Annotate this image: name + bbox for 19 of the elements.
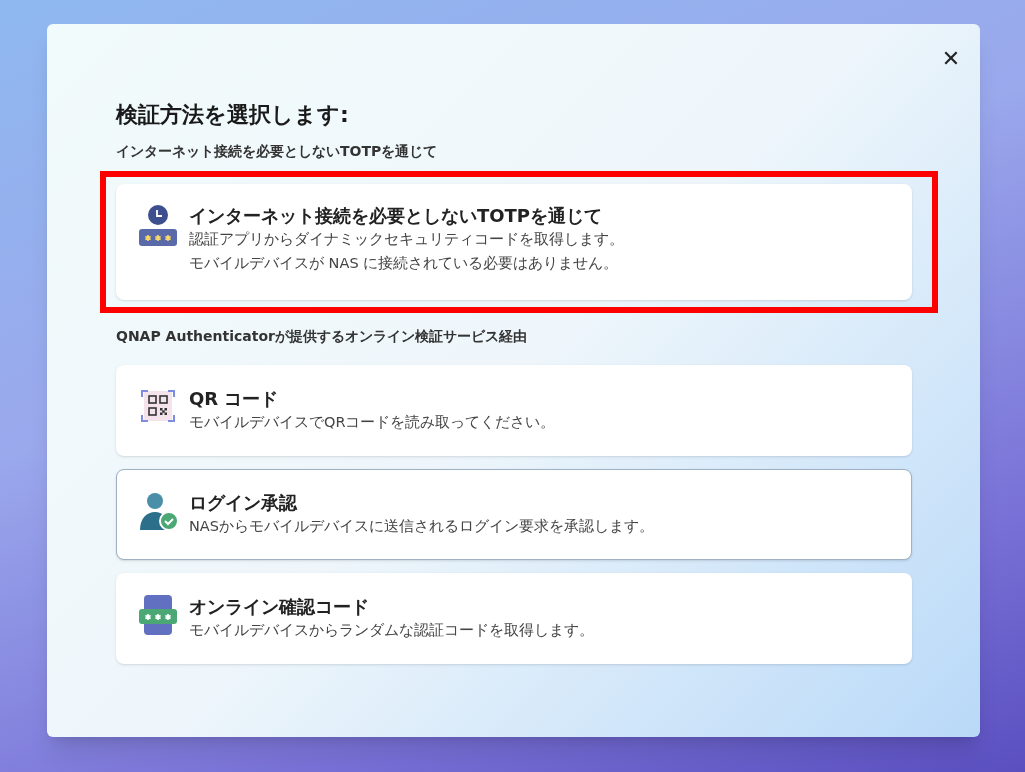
option-description: 認証アプリからダイナミックセキュリティコードを取得します。 (189, 230, 624, 249)
option-card[interactable]: QR コード モバイルデバイスでQRコードを読み取ってください。 (116, 365, 912, 456)
clock-keypad-icon (138, 203, 178, 247)
dialog-title: 検証方法を選択します: (116, 101, 350, 129)
section-label: インターネット接続を必要としないTOTPを通じて (116, 142, 439, 161)
option-title: オンライン確認コード (189, 596, 370, 618)
option-description: モバイルデバイスでQRコードを読み取ってください。 (189, 413, 556, 432)
option-title: ログイン承認 (189, 492, 299, 514)
option-card[interactable]: ログイン承認 NASからモバイルデバイスに送信されるログイン要求を承認します。 (116, 469, 912, 560)
phone-code-icon (138, 594, 178, 638)
close-button[interactable]: ✕ (938, 46, 964, 72)
option-description: モバイルデバイスからランダムな認証コードを取得します。 (189, 621, 594, 640)
option-card[interactable]: オンライン確認コード モバイルデバイスからランダムな認証コードを取得します。 (116, 573, 912, 664)
option-card[interactable]: インターネット接続を必要としないTOTPを通じて 認証アプリからダイナミックセキュリティコードを取得します。 モバイルデバイスが NAS に接続されている必要はありません。 (116, 184, 912, 300)
option-description: NASからモバイルデバイスに送信されるログイン要求を承認します。 (189, 517, 654, 536)
section-label: QNAP Authenticatorが提供するオンライン検証サービス経由 (116, 327, 528, 346)
option-title: QR コード (189, 388, 280, 410)
option-description: モバイルデバイスが NAS に接続されている必要はありません。 (189, 254, 620, 273)
option-title: インターネット接続を必要としないTOTPを通じて (189, 205, 604, 227)
